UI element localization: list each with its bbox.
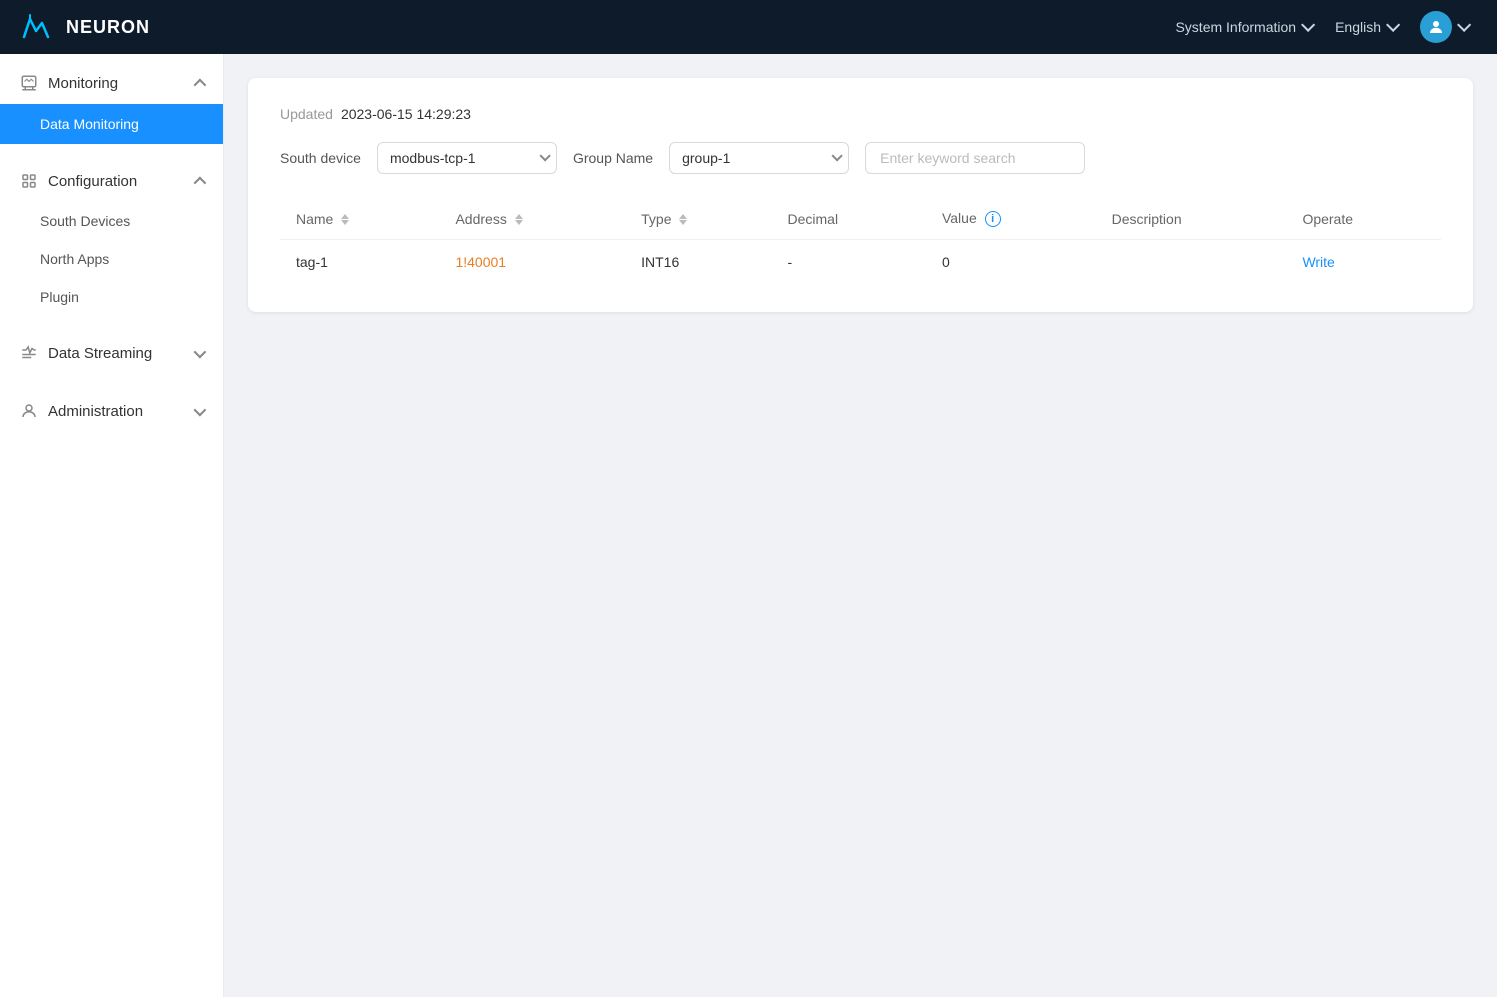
address-sort-icon[interactable] xyxy=(515,214,523,225)
sidebar-data-streaming-label: Data Streaming xyxy=(48,345,152,362)
sidebar-section-data-streaming: Data Streaming xyxy=(0,324,223,382)
content-card: Updated 2023-06-15 14:29:23 South device… xyxy=(248,78,1473,312)
data-table: Name Address xyxy=(280,198,1441,284)
group-name-select-wrapper: group-1 xyxy=(669,142,849,174)
sidebar-monitoring-label: Monitoring xyxy=(48,75,118,92)
language-label: English xyxy=(1335,19,1381,35)
language-chevron-icon xyxy=(1386,18,1400,32)
app-header: NEURON System Information English xyxy=(0,0,1497,54)
monitoring-icon xyxy=(20,74,38,92)
sidebar-item-data-monitoring[interactable]: Data Monitoring xyxy=(0,104,223,144)
value-info-icon[interactable]: i xyxy=(985,211,1001,227)
col-value: Value i xyxy=(926,198,1096,240)
updated-value: 2023-06-15 14:29:23 xyxy=(341,106,471,122)
cell-decimal: - xyxy=(772,240,926,285)
col-description: Description xyxy=(1096,198,1287,240)
sidebar-section-monitoring: Monitoring Data Monitoring xyxy=(0,54,223,152)
updated-label: Updated xyxy=(280,106,333,122)
sidebar: Monitoring Data Monitoring Configurat xyxy=(0,54,224,997)
system-info-button[interactable]: System Information xyxy=(1165,13,1321,41)
administration-icon xyxy=(20,402,38,420)
data-streaming-chevron-icon xyxy=(194,345,207,358)
cell-address: 1!40001 xyxy=(439,240,625,285)
system-info-label: System Information xyxy=(1175,19,1296,35)
type-sort-icon[interactable] xyxy=(679,214,687,225)
header-actions: System Information English xyxy=(1165,5,1477,49)
table-header-row: Name Address xyxy=(280,198,1441,240)
data-streaming-icon xyxy=(20,344,38,362)
sidebar-section-administration: Administration xyxy=(0,382,223,440)
cell-name: tag-1 xyxy=(280,240,439,285)
user-menu-button[interactable] xyxy=(1410,5,1477,49)
sidebar-group-administration[interactable]: Administration xyxy=(0,390,223,432)
monitoring-chevron-icon xyxy=(194,78,207,91)
col-name: Name xyxy=(280,198,439,240)
configuration-group-left: Configuration xyxy=(20,172,137,190)
name-sort-icon[interactable] xyxy=(341,214,349,225)
cell-type: INT16 xyxy=(625,240,771,285)
logo-icon xyxy=(20,9,56,45)
col-address: Address xyxy=(439,198,625,240)
sidebar-group-monitoring[interactable]: Monitoring xyxy=(0,62,223,104)
sidebar-item-south-devices[interactable]: South Devices xyxy=(0,202,223,240)
sidebar-group-data-streaming[interactable]: Data Streaming xyxy=(0,332,223,374)
south-device-label: South device xyxy=(280,150,361,166)
main-content: Updated 2023-06-15 14:29:23 South device… xyxy=(224,54,1497,997)
updated-row: Updated 2023-06-15 14:29:23 xyxy=(280,106,1441,122)
avatar xyxy=(1420,11,1452,43)
sidebar-administration-label: Administration xyxy=(48,403,143,420)
logo: NEURON xyxy=(20,9,150,45)
administration-chevron-icon xyxy=(194,403,207,416)
col-decimal: Decimal xyxy=(772,198,926,240)
table-row: tag-1 1!40001 INT16 - 0 Write xyxy=(280,240,1441,285)
write-button[interactable]: Write xyxy=(1302,254,1334,270)
sidebar-item-north-apps[interactable]: North Apps xyxy=(0,240,223,278)
filter-row: South device modbus-tcp-1 Group Name gro… xyxy=(280,142,1441,174)
group-name-label: Group Name xyxy=(573,150,653,166)
configuration-icon xyxy=(20,172,38,190)
user-icon xyxy=(1427,18,1445,36)
data-streaming-group-left: Data Streaming xyxy=(20,344,152,362)
address-value: 1!40001 xyxy=(455,254,506,270)
administration-group-left: Administration xyxy=(20,402,143,420)
south-device-select[interactable]: modbus-tcp-1 xyxy=(377,142,557,174)
group-name-select[interactable]: group-1 xyxy=(669,142,849,174)
col-type: Type xyxy=(625,198,771,240)
sidebar-section-configuration: Configuration South Devices North Apps P… xyxy=(0,152,223,324)
language-button[interactable]: English xyxy=(1325,13,1406,41)
cell-value: 0 xyxy=(926,240,1096,285)
user-chevron-icon xyxy=(1457,18,1471,32)
sidebar-item-plugin[interactable]: Plugin xyxy=(0,278,223,316)
search-input[interactable] xyxy=(865,142,1085,174)
configuration-chevron-icon xyxy=(194,176,207,189)
south-device-select-wrapper: modbus-tcp-1 xyxy=(377,142,557,174)
col-operate: Operate xyxy=(1286,198,1441,240)
monitoring-group-left: Monitoring xyxy=(20,74,118,92)
system-info-chevron-icon xyxy=(1301,18,1315,32)
cell-description xyxy=(1096,240,1287,285)
cell-operate: Write xyxy=(1286,240,1441,285)
sidebar-group-configuration[interactable]: Configuration xyxy=(0,160,223,202)
logo-text: NEURON xyxy=(66,17,150,38)
sidebar-configuration-label: Configuration xyxy=(48,173,137,190)
app-layout: Monitoring Data Monitoring Configurat xyxy=(0,54,1497,997)
